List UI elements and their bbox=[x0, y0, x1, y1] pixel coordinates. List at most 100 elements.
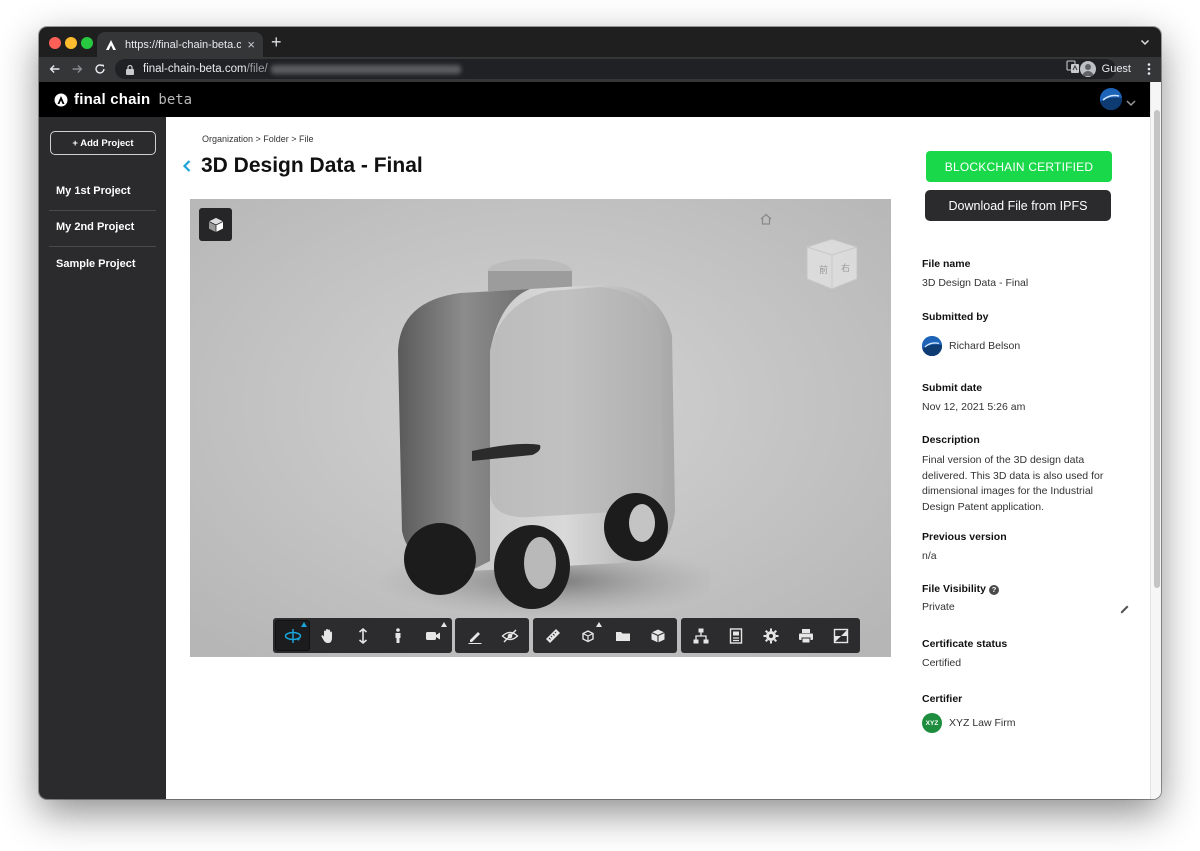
description-value: Final version of the 3D design data deli… bbox=[922, 454, 1104, 513]
reload-icon[interactable] bbox=[92, 61, 108, 77]
minimize-window-button[interactable] bbox=[65, 37, 77, 49]
orbit-tool-button[interactable] bbox=[275, 620, 310, 651]
home-view-icon[interactable] bbox=[759, 212, 773, 226]
properties-cube-icon bbox=[650, 629, 665, 642]
back-arrow-icon[interactable] bbox=[47, 61, 63, 77]
help-icon[interactable]: ? bbox=[989, 585, 999, 595]
sidebar: + Add Project My 1st Project My 2nd Proj… bbox=[39, 117, 166, 799]
hide-icon bbox=[500, 628, 519, 643]
certificate-status-value: Certified bbox=[922, 657, 962, 669]
explode-more-indicator bbox=[596, 622, 602, 627]
tab-title: https://final-chain-beta.com/fil bbox=[125, 38, 242, 51]
address-bar[interactable]: final-chain-beta.com /file/ bbox=[115, 59, 1116, 79]
print-icon bbox=[798, 628, 813, 643]
browser-tab[interactable]: https://final-chain-beta.com/fil × bbox=[97, 32, 263, 57]
perspective-cube-button[interactable] bbox=[199, 208, 232, 241]
pan-tool-button[interactable] bbox=[310, 620, 345, 651]
logo[interactable]: final chain beta bbox=[54, 91, 192, 108]
file-visibility-label: File Visibility bbox=[922, 583, 986, 595]
markup-tool-button[interactable] bbox=[457, 620, 492, 651]
guest-avatar-icon bbox=[1079, 61, 1096, 77]
document-icon bbox=[729, 627, 742, 644]
page-scrollbar[interactable] bbox=[1150, 82, 1161, 799]
camera-tool-button[interactable] bbox=[415, 620, 450, 651]
hide-tool-button[interactable] bbox=[492, 620, 527, 651]
lock-icon bbox=[125, 64, 135, 75]
submitted-by-label: Submitted by bbox=[922, 311, 989, 323]
browser-toolbar: final-chain-beta.com /file/ Guest bbox=[39, 57, 1161, 82]
description-label: Description bbox=[922, 434, 980, 446]
tab-close-icon[interactable]: × bbox=[247, 38, 255, 51]
close-window-button[interactable] bbox=[49, 37, 61, 49]
markup-toolbar bbox=[455, 618, 529, 653]
explode-icon bbox=[581, 629, 594, 642]
sidebar-item-my-1st-project[interactable]: My 1st Project bbox=[49, 173, 156, 209]
submitter-avatar bbox=[922, 336, 942, 356]
settings-tool-button[interactable] bbox=[753, 620, 788, 651]
file-visibility-value: Private bbox=[922, 601, 955, 613]
camera-icon bbox=[425, 631, 440, 640]
url-redacted bbox=[270, 64, 461, 74]
download-ipfs-button[interactable]: Download File from IPFS bbox=[925, 190, 1111, 221]
structure-tool-button[interactable] bbox=[683, 620, 718, 651]
3d-viewer[interactable]: 前 右 bbox=[190, 199, 891, 657]
file-name-value: 3D Design Data - Final bbox=[922, 277, 1029, 289]
viewcube-right-face: 右 bbox=[841, 262, 850, 274]
scrollbar-thumb[interactable] bbox=[1154, 110, 1160, 588]
certifier-label: Certifier bbox=[922, 693, 963, 705]
submitter[interactable]: Richard Belson bbox=[922, 336, 1020, 356]
fullscreen-tool-button[interactable] bbox=[823, 620, 858, 651]
browser-menu-icon[interactable] bbox=[1145, 62, 1153, 76]
first-person-icon bbox=[395, 627, 400, 643]
document-tool-button[interactable] bbox=[718, 620, 753, 651]
print-tool-button[interactable] bbox=[788, 620, 823, 651]
properties-tool-button[interactable] bbox=[640, 620, 675, 651]
page-title: 3D Design Data - Final bbox=[201, 154, 423, 177]
logo-text: final chain bbox=[74, 91, 151, 108]
first-person-tool-button[interactable] bbox=[380, 620, 415, 651]
camera-more-indicator bbox=[441, 622, 447, 627]
viewcube-icon[interactable]: 前 右 bbox=[802, 235, 862, 293]
markup-icon bbox=[468, 631, 481, 644]
orbit-more-indicator bbox=[301, 622, 307, 627]
previous-version-label: Previous version bbox=[922, 531, 1007, 543]
fullscreen-icon bbox=[833, 628, 848, 643]
profile-button[interactable]: Guest bbox=[1078, 58, 1139, 80]
edit-pencil-icon[interactable] bbox=[1119, 602, 1131, 614]
file-visibility-heading: File Visibility? bbox=[922, 583, 999, 595]
previous-version-value: n/a bbox=[922, 550, 937, 562]
user-menu-chevron-icon[interactable] bbox=[1126, 94, 1136, 107]
back-chevron-icon[interactable] bbox=[182, 159, 192, 173]
zoom-tool-button[interactable] bbox=[345, 620, 380, 651]
sidebar-item-my-2nd-project[interactable]: My 2nd Project bbox=[49, 209, 156, 245]
logo-beta: beta bbox=[158, 91, 193, 108]
navigation-toolbar bbox=[273, 618, 452, 653]
submit-date-value: Nov 12, 2021 5:26 am bbox=[922, 401, 1026, 413]
forward-arrow-icon[interactable] bbox=[69, 61, 85, 77]
measure-icon bbox=[545, 628, 560, 643]
explode-tool-button[interactable] bbox=[570, 620, 605, 651]
blockchain-certified-button[interactable]: BLOCKCHAIN CERTIFIED bbox=[926, 151, 1112, 182]
certifier-name: XYZ Law Firm bbox=[949, 717, 1016, 729]
profile-label: Guest bbox=[1101, 63, 1131, 75]
tab-strip: https://final-chain-beta.com/fil × + bbox=[39, 27, 1161, 57]
zoom-window-button[interactable] bbox=[81, 37, 93, 49]
certifier-badge: XYZ bbox=[922, 713, 942, 733]
add-project-button[interactable]: + Add Project bbox=[50, 131, 156, 155]
tab-search-chevron-icon[interactable] bbox=[1139, 35, 1151, 47]
zoom-icon bbox=[358, 627, 367, 644]
certifier[interactable]: XYZ XYZ Law Firm bbox=[922, 713, 1016, 733]
url-path: /file/ bbox=[246, 63, 268, 75]
new-tab-button[interactable]: + bbox=[271, 32, 282, 52]
viewcube-front-face: 前 bbox=[819, 264, 828, 276]
settings-toolbar bbox=[681, 618, 860, 653]
model-browser-tool-button[interactable] bbox=[605, 620, 640, 651]
url-host: final-chain-beta.com bbox=[143, 63, 247, 75]
user-avatar[interactable] bbox=[1100, 88, 1122, 110]
submit-date-label: Submit date bbox=[922, 382, 983, 394]
breadcrumb[interactable]: Organization > Folder > File bbox=[202, 134, 314, 144]
measure-tool-button[interactable] bbox=[535, 620, 570, 651]
app-header: final chain beta bbox=[39, 82, 1150, 117]
sidebar-item-sample-project[interactable]: Sample Project bbox=[49, 246, 156, 282]
final-chain-favicon-icon bbox=[105, 39, 117, 51]
